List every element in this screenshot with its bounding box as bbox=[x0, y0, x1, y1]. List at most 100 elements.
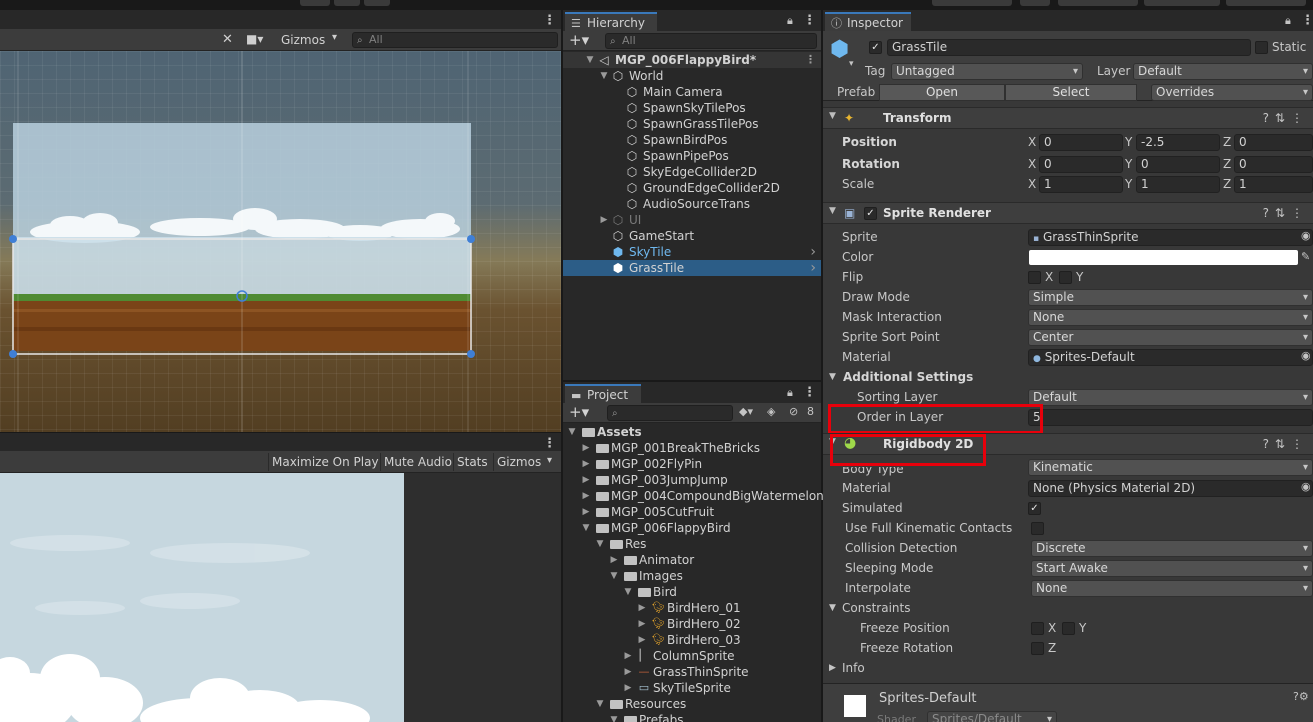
collapse-arrow-icon[interactable]: ▶ bbox=[623, 648, 633, 664]
info-label[interactable]: Info bbox=[842, 660, 865, 677]
maximize-on-play-button[interactable]: Maximize On Play bbox=[268, 453, 382, 471]
gizmos-dropdown-icon[interactable]: ▾ bbox=[332, 32, 337, 43]
tab-hierarchy[interactable]: ☰ Hierarchy bbox=[565, 12, 657, 31]
position-x-input[interactable]: 0 bbox=[1039, 134, 1123, 151]
hierarchy-item[interactable]: ⬡ SkyEdgeCollider2D bbox=[563, 164, 821, 180]
project-item[interactable]: ▼ Images bbox=[563, 568, 821, 584]
stats-button[interactable]: Stats bbox=[453, 453, 491, 471]
account-button[interactable] bbox=[1058, 0, 1138, 6]
rotation-z-axis-label[interactable]: Z bbox=[1223, 156, 1231, 173]
hierarchy-item[interactable]: ⬡ SpawnSkyTilePos bbox=[563, 100, 821, 116]
project-item[interactable]: ▶ 🐤︎ BirdHero_01 bbox=[563, 600, 821, 616]
icon-dropdown-icon[interactable]: ▾ bbox=[849, 59, 854, 69]
hierarchy-item[interactable]: ⬡ GroundEdgeCollider2D bbox=[563, 180, 821, 196]
expand-arrow-icon[interactable]: ▼ bbox=[595, 536, 605, 552]
mute-audio-button[interactable]: Mute Audio bbox=[380, 453, 455, 471]
project-item[interactable]: ▼ Resources bbox=[563, 696, 821, 712]
position-z-axis-label[interactable]: Z bbox=[1223, 134, 1231, 151]
expand-arrow-icon[interactable]: ▶ bbox=[829, 663, 836, 673]
scale-z-axis-label[interactable]: Z bbox=[1223, 176, 1231, 193]
hierarchy-item[interactable]: ▶ ⬡ UI bbox=[563, 212, 821, 228]
hierarchy-item[interactable]: ⬡ SpawnPipePos bbox=[563, 148, 821, 164]
hierarchy-item[interactable]: ▼ ⬡ World bbox=[563, 68, 821, 84]
collapse-arrow-icon[interactable]: ▶ bbox=[581, 472, 591, 488]
rotation-y-axis-label[interactable]: Y bbox=[1125, 156, 1132, 173]
object-picker-icon[interactable]: ◉ bbox=[1301, 480, 1311, 493]
scale-y-input[interactable]: 1 bbox=[1136, 176, 1220, 193]
transform-header[interactable]: ▼ ✦ Transform ?⇅⋮ bbox=[823, 107, 1313, 129]
project-item[interactable]: ▼ Bird bbox=[563, 584, 821, 600]
sorting-layer-dropdown[interactable]: Default bbox=[1028, 389, 1313, 406]
project-item[interactable]: ▶ MGP_005CutFruit bbox=[563, 504, 821, 520]
play-button[interactable] bbox=[300, 0, 330, 6]
sort-point-dropdown[interactable]: Center bbox=[1028, 329, 1313, 346]
position-y-input[interactable]: -2.5 bbox=[1136, 134, 1220, 151]
hierarchy-item[interactable]: ⬡ AudioSourceTrans bbox=[563, 196, 821, 212]
project-search-input[interactable]: ⌕ bbox=[607, 405, 733, 421]
interpolate-dropdown[interactable]: None bbox=[1031, 580, 1313, 597]
game-viewport[interactable] bbox=[0, 473, 404, 722]
scene-gizmos-button[interactable]: Gizmos bbox=[278, 32, 329, 48]
object-name-input[interactable]: GrassTile bbox=[887, 39, 1251, 56]
constraints-label[interactable]: Constraints bbox=[842, 600, 910, 617]
expand-arrow-icon[interactable]: ▼ bbox=[599, 68, 609, 84]
collision-detection-dropdown[interactable]: Discrete bbox=[1031, 540, 1313, 557]
rb-material-field[interactable]: None (Physics Material 2D) bbox=[1028, 480, 1313, 497]
component-tools[interactable]: ?⇅⋮ bbox=[1263, 206, 1309, 220]
help-icon[interactable]: ?⚙ bbox=[1293, 690, 1309, 703]
collapse-arrow-icon[interactable]: ▶ bbox=[637, 600, 647, 616]
rotation-y-input[interactable]: 0 bbox=[1136, 156, 1220, 173]
hierarchy-item[interactable]: ⬢ GrassTile › bbox=[563, 260, 821, 276]
project-menu-icon[interactable]: ⋮ bbox=[803, 386, 816, 399]
additional-settings-label[interactable]: Additional Settings bbox=[843, 369, 973, 386]
layer-dropdown[interactable]: Default bbox=[1133, 63, 1313, 80]
project-item[interactable]: ▶ — GrassThinSprite bbox=[563, 664, 821, 680]
collapse-arrow-icon[interactable]: ▶ bbox=[581, 488, 591, 504]
collapse-arrow-icon[interactable]: ▶ bbox=[581, 440, 591, 456]
expand-arrow-icon[interactable]: ▼ bbox=[609, 712, 619, 722]
hidden-packages-icon[interactable]: ⊘ bbox=[789, 405, 798, 418]
hierarchy-menu-icon[interactable]: ⋮ bbox=[803, 14, 816, 27]
layers-button[interactable] bbox=[1144, 0, 1220, 6]
collapse-arrow-icon[interactable]: ▶ bbox=[637, 632, 647, 648]
chevron-right-icon[interactable]: › bbox=[810, 260, 816, 276]
hierarchy-item[interactable]: ⬡ Main Camera bbox=[563, 84, 821, 100]
draw-mode-dropdown[interactable]: Simple bbox=[1028, 289, 1313, 306]
collapse-arrow-icon[interactable]: ▼ bbox=[829, 603, 836, 613]
hierarchy-item[interactable]: ▼ ◁ MGP_006FlappyBird* ⋮ bbox=[563, 52, 821, 68]
hierarchy-item[interactable]: ⬢ SkyTile › bbox=[563, 244, 821, 260]
layout-button[interactable] bbox=[1226, 0, 1306, 6]
sprite-renderer-header[interactable]: ▼ ▣ ✓ Sprite Renderer ?⇅⋮ bbox=[823, 202, 1313, 224]
flip-x-checkbox[interactable] bbox=[1028, 271, 1041, 284]
expand-arrow-icon[interactable]: ▼ bbox=[585, 52, 595, 68]
project-item[interactable]: ▼ Res bbox=[563, 536, 821, 552]
prefab-open-button[interactable]: Open bbox=[879, 84, 1005, 101]
hierarchy-item[interactable]: ⬡ SpawnBirdPos bbox=[563, 132, 821, 148]
project-item[interactable]: ▶ 🐤︎ BirdHero_03 bbox=[563, 632, 821, 648]
order-in-layer-input[interactable]: 5 bbox=[1028, 409, 1313, 426]
static-checkbox[interactable] bbox=[1255, 41, 1268, 54]
lock-icon[interactable]: 🔒︎ bbox=[1285, 14, 1291, 28]
filter-by-label-icon[interactable]: ◈ bbox=[767, 405, 775, 418]
add-icon[interactable]: +▾ bbox=[569, 403, 589, 421]
mask-interaction-dropdown[interactable]: None bbox=[1028, 309, 1313, 326]
body-type-dropdown[interactable]: Kinematic bbox=[1028, 459, 1313, 476]
sleeping-mode-dropdown[interactable]: Start Awake bbox=[1031, 560, 1313, 577]
position-x-axis-label[interactable]: X bbox=[1028, 134, 1036, 151]
collapse-arrow-icon[interactable]: ▶ bbox=[623, 680, 633, 696]
project-item[interactable]: ▶ ▏ ColumnSprite bbox=[563, 648, 821, 664]
expand-arrow-icon[interactable]: ▼ bbox=[595, 696, 605, 712]
scene-search-input[interactable]: ⌕ All bbox=[352, 32, 558, 48]
position-y-axis-label[interactable]: Y bbox=[1125, 134, 1132, 151]
active-checkbox[interactable]: ✓ bbox=[869, 41, 882, 54]
project-item[interactable]: ▼ MGP_006FlappyBird bbox=[563, 520, 821, 536]
component-tools[interactable]: ?⇅⋮ bbox=[1263, 111, 1309, 125]
component-tools[interactable]: ?⇅⋮ bbox=[1263, 437, 1309, 451]
tools-icon[interactable]: ✕ bbox=[222, 32, 233, 47]
scene-menu-icon[interactable]: ⋮ bbox=[805, 52, 816, 68]
material-field[interactable]: ● Sprites-Default bbox=[1028, 349, 1313, 366]
object-picker-icon[interactable]: ◉ bbox=[1301, 349, 1311, 362]
inspector-menu-icon[interactable]: ⋮ bbox=[1301, 14, 1313, 27]
collapse-arrow-icon[interactable]: ▶ bbox=[609, 552, 619, 568]
rotation-x-input[interactable]: 0 bbox=[1039, 156, 1123, 173]
